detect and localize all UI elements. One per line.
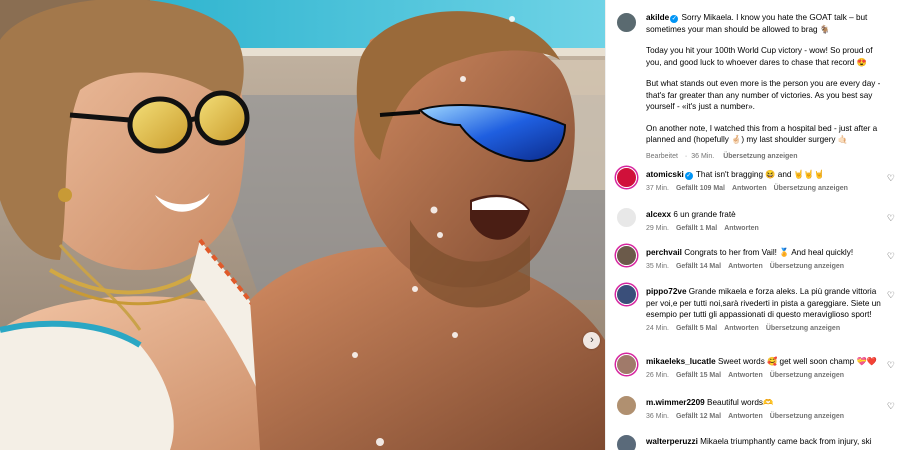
reply-button[interactable]: Antworten: [724, 325, 759, 332]
verified-badge-icon: ✓: [670, 15, 679, 23]
caption-username[interactable]: akilde: [646, 13, 669, 22]
heart-outline-icon[interactable]: ♡: [887, 401, 895, 412]
timestamp: 36 Min.: [691, 152, 715, 160]
comment-text: Beautiful words🫶: [707, 398, 774, 407]
reply-button[interactable]: Antworten: [728, 413, 763, 420]
chevron-right-icon: ›: [590, 334, 594, 346]
avatar[interactable]: [616, 207, 637, 228]
heart-outline-icon[interactable]: ♡: [887, 360, 895, 371]
likes-count[interactable]: Gefällt 109 Mal: [676, 185, 725, 192]
likes-count[interactable]: Gefällt 15 Mal: [676, 372, 721, 379]
comment-username[interactable]: alcexx: [646, 210, 671, 219]
next-photo-button[interactable]: ›: [583, 332, 600, 349]
post-photo: ›: [0, 0, 605, 450]
caption-text: But what stands out even more is the per…: [646, 79, 881, 111]
comment-username[interactable]: atomicski: [646, 170, 684, 179]
timestamp: 26 Min.: [646, 371, 669, 379]
translate-button[interactable]: Übersetzung anzeigen: [723, 153, 797, 160]
timestamp: 24 Min.: [646, 324, 669, 332]
caption-text: Sorry Mikaela. I know you hate the GOAT …: [646, 13, 868, 34]
timestamp: 29 Min.: [646, 224, 669, 232]
verified-badge-icon: ✓: [684, 172, 693, 180]
comments-panel: akilde ✓ Sorry Mikaela. I know you hate t…: [605, 0, 900, 450]
comment-username[interactable]: m.wimmer2209: [646, 398, 705, 407]
reply-button[interactable]: Antworten: [728, 372, 763, 379]
timestamp: 36 Min.: [646, 412, 669, 420]
comment-username[interactable]: walterperuzzi: [646, 437, 698, 446]
comment-username[interactable]: perchvail: [646, 248, 682, 257]
photo-illustration: [0, 0, 605, 450]
caption-text: On another note, I watched this from a h…: [646, 123, 878, 145]
translate-button[interactable]: Übersetzung anzeigen: [770, 413, 844, 420]
likes-count[interactable]: Gefällt 5 Mal: [676, 325, 717, 332]
reply-button[interactable]: Antworten: [728, 263, 763, 270]
heart-outline-icon[interactable]: ♡: [887, 290, 895, 301]
avatar[interactable]: [616, 395, 637, 416]
heart-outline-icon[interactable]: ♡: [887, 173, 895, 184]
likes-count[interactable]: Gefällt 1 Mal: [676, 225, 717, 232]
reply-button[interactable]: Antworten: [724, 225, 759, 232]
comment-text: That isn't bragging 😆 and 🤘🤘🤘: [695, 170, 825, 179]
comment-text: Sweet words 🥰 get well soon champ 💝❤️: [717, 357, 877, 366]
avatar[interactable]: [616, 167, 637, 188]
likes-count[interactable]: Gefällt 14 Mal: [676, 263, 721, 270]
avatar[interactable]: [616, 354, 637, 375]
translate-button[interactable]: Übersetzung anzeigen: [770, 263, 844, 270]
heart-outline-icon[interactable]: ♡: [887, 251, 895, 262]
translate-button[interactable]: Übersetzung anzeigen: [770, 372, 844, 379]
translate-button[interactable]: Übersetzung anzeigen: [766, 325, 840, 332]
instagram-post: › akilde ✓ Sorry Mikaela. I know you hate…: [0, 0, 900, 450]
caption-text: Today you hit your 100th World Cup victo…: [646, 46, 873, 67]
avatar[interactable]: [616, 245, 637, 266]
avatar[interactable]: [616, 434, 637, 450]
edited-label: Bearbeitet: [646, 152, 678, 160]
comment-text: Congrats to her from Vail! 🏅 And heal qu…: [684, 248, 854, 257]
timestamp: 35 Min.: [646, 262, 669, 270]
heart-outline-icon[interactable]: ♡: [887, 213, 895, 224]
comment-username[interactable]: mikaeleks_lucatle: [646, 357, 716, 366]
avatar[interactable]: [616, 12, 637, 33]
timestamp: 37 Min.: [646, 184, 669, 192]
likes-count[interactable]: Gefällt 12 Mal: [676, 413, 721, 420]
reply-button[interactable]: Antworten: [732, 185, 767, 192]
avatar[interactable]: [616, 284, 637, 305]
comment-text: 6 un grande fratè: [673, 210, 736, 219]
comment-text: Mikaela triumphantly came back from inju…: [700, 437, 872, 446]
translate-button[interactable]: Übersetzung anzeigen: [774, 185, 848, 192]
comment-username[interactable]: pippo72ve: [646, 287, 687, 296]
